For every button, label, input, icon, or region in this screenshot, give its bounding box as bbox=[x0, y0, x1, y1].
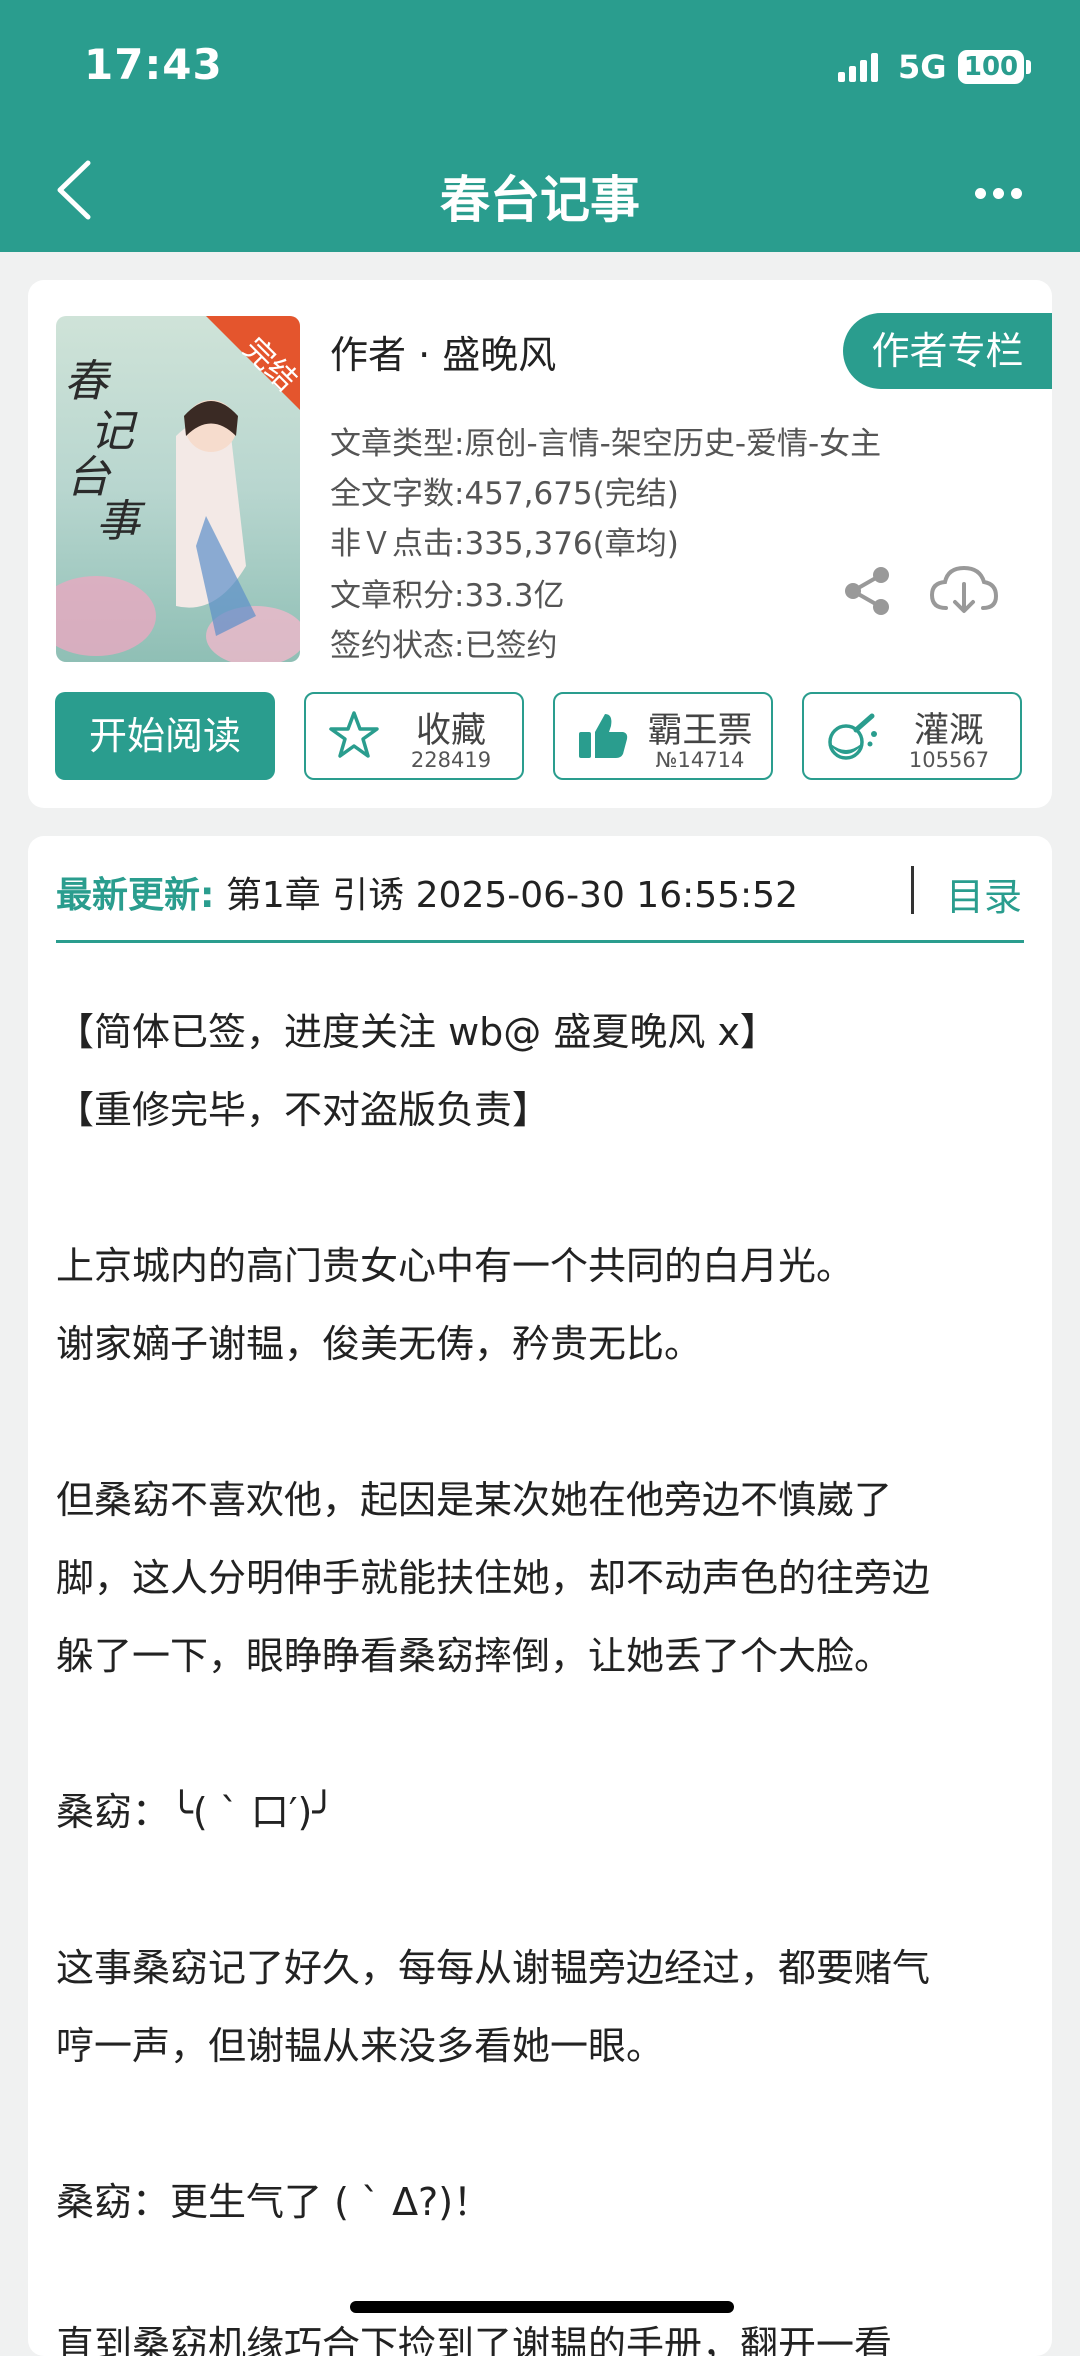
svg-text:春: 春 bbox=[64, 356, 112, 407]
intro-line: 桑窈：更生气了 ( ` Δ?)！ bbox=[56, 2180, 492, 2224]
intro-line: 哼一声，但谢韫从来没多看她一眼。 bbox=[56, 2024, 665, 2068]
section-rule bbox=[56, 940, 1024, 943]
divider bbox=[911, 866, 914, 914]
download-icon[interactable] bbox=[928, 562, 1000, 618]
star-icon bbox=[329, 711, 379, 758]
favorite-button[interactable]: 收藏 228419 bbox=[304, 692, 524, 780]
nutrient-label: 灌溉 bbox=[913, 711, 984, 751]
status-time: 17:43 bbox=[84, 40, 223, 89]
meta-score: 文章积分:33.3亿 bbox=[330, 578, 565, 614]
intro-line: 【简体已签，进度关注 wb@ 盛夏晚风 x】 bbox=[56, 1010, 778, 1054]
author-column-button[interactable]: 作者专栏 bbox=[843, 313, 1052, 389]
start-reading-button[interactable]: 开始阅读 bbox=[55, 692, 275, 780]
favorite-label: 收藏 bbox=[415, 711, 486, 751]
ticket-label: 霸王票 bbox=[647, 711, 753, 751]
top-bar: 17:43 5G 100 春台记事 bbox=[0, 0, 1080, 252]
svg-text:记: 记 bbox=[90, 406, 138, 457]
watering-bottle-icon bbox=[828, 713, 877, 760]
nutrient-button[interactable]: 灌溉 105567 bbox=[802, 692, 1022, 780]
battery-icon: 100 bbox=[958, 50, 1024, 84]
nutrient-count: 105567 bbox=[908, 748, 990, 772]
intro-line: 脚，这人分明伸手就能扶住她，却不动声色的往旁边 bbox=[56, 1556, 931, 1600]
content-card: 最新更新: 第1章 引诱 2025-06-30 16:55:52 目录 【简体已… bbox=[28, 836, 1052, 2356]
latest-update-label: 最新更新: bbox=[56, 875, 215, 916]
page-title: 春台记事 bbox=[440, 171, 640, 229]
book-info-card: 春 记 台 事 完结 作者 · 盛晚风 作者专栏 文章类型:原创-言情-架空历史… bbox=[28, 280, 1052, 808]
network-type: 5G bbox=[898, 48, 947, 86]
latest-update[interactable]: 最新更新: 第1章 引诱 2025-06-30 16:55:52 bbox=[56, 866, 798, 918]
meta-clicks: 非Ｖ点击:335,376(章均) bbox=[330, 526, 679, 562]
meta-sign-status: 签约状态:已签约 bbox=[330, 628, 558, 664]
author-name[interactable]: 作者 · 盛晚风 bbox=[330, 324, 556, 379]
intro-line: 直到桑窈机缘巧合下捡到了谢韫的手册，翻开一看 bbox=[56, 2323, 893, 2356]
meta-type: 文章类型:原创-言情-架空历史-爱情-女主 bbox=[330, 426, 882, 462]
meta-word-count: 全文字数:457,675(完结) bbox=[330, 476, 679, 512]
ticket-button[interactable]: 霸王票 №14714 bbox=[553, 692, 773, 780]
battery-tip bbox=[1026, 60, 1031, 74]
favorite-count: 228419 bbox=[410, 748, 492, 772]
signal-icon bbox=[838, 53, 878, 82]
ticket-count: №14714 bbox=[655, 748, 745, 772]
intro-line: 这事桑窈记了好久，每每从谢韫旁边经过，都要赌气 bbox=[56, 1946, 931, 1990]
intro-line: 躲了一下，眼睁睁看桑窈摔倒，让她丢了个大脸。 bbox=[56, 1634, 893, 1678]
more-icon[interactable] bbox=[975, 188, 1023, 204]
thumbs-up-icon bbox=[579, 714, 628, 758]
share-icon[interactable] bbox=[841, 565, 893, 617]
intro-line: 上京城内的高门贵女心中有一个共同的白月光。 bbox=[56, 1244, 855, 1288]
book-cover[interactable]: 春 记 台 事 完结 bbox=[56, 316, 300, 662]
latest-update-value: 第1章 引诱 2025-06-30 16:55:52 bbox=[225, 875, 798, 916]
intro-line: 但桑窈不喜欢他，起因是某次她在他旁边不慎崴了 bbox=[56, 1478, 893, 1522]
home-indicator[interactable] bbox=[350, 2301, 734, 2313]
intro-line: 谢家嫡子谢韫，俊美无俦，矜贵无比。 bbox=[56, 1322, 703, 1366]
intro-line: 桑窈：╰( ` 口′)╯ bbox=[56, 1790, 336, 1834]
intro-line: 【重修完毕，不对盗版负责】 bbox=[56, 1088, 551, 1132]
svg-text:事: 事 bbox=[96, 496, 146, 547]
toc-link[interactable]: 目录 bbox=[946, 866, 1022, 921]
